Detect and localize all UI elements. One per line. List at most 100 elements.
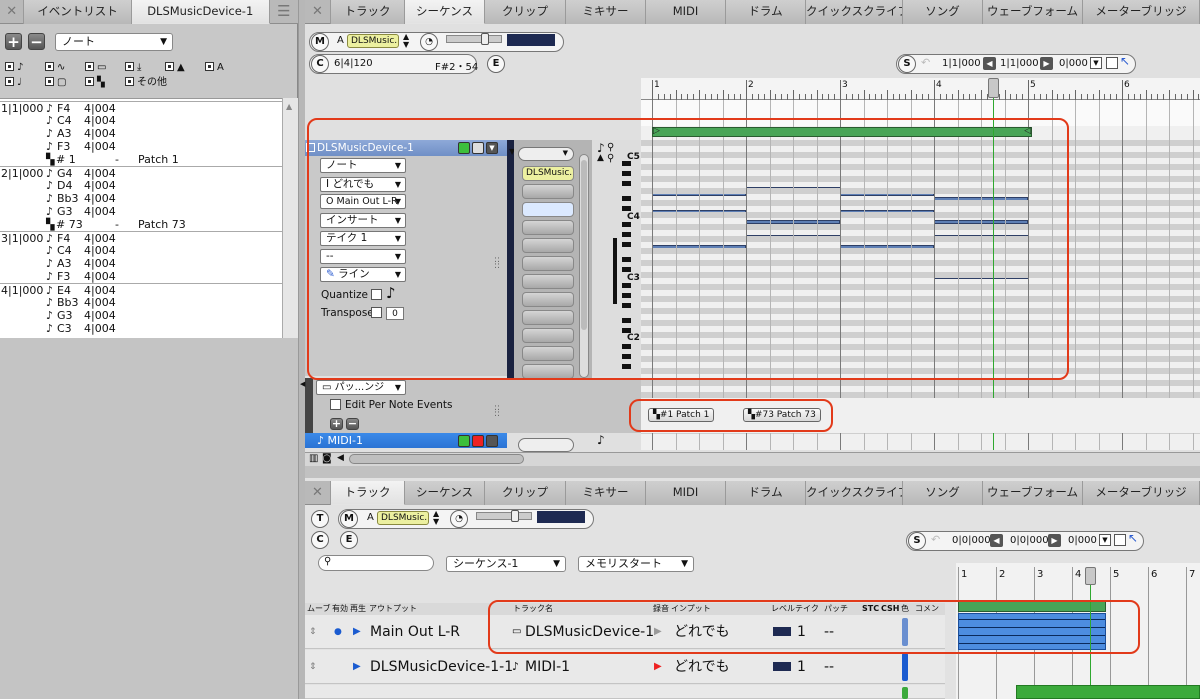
track-name-cell[interactable]: MIDI-1 <box>525 650 570 684</box>
track-input[interactable]: どれでも <box>674 650 730 684</box>
edit-per-note-checkbox[interactable] <box>330 399 341 410</box>
arrow-left-icon[interactable]: ◀ <box>983 57 996 70</box>
playhead-handle[interactable] <box>988 78 999 98</box>
filter-patch[interactable]: ▚ <box>85 77 105 89</box>
tab-drum[interactable]: ドラム <box>726 481 806 505</box>
event-row[interactable]: ♪ F3 4|004 <box>0 270 282 283</box>
tab-dls-music-device[interactable]: DLSMusicDevice-1 <box>131 0 270 24</box>
tab-quickscribe[interactable]: クイックスクライブ <box>806 0 903 24</box>
event-row[interactable]: ♪ C3 4|004 <box>0 322 282 335</box>
track-color-swatch[interactable] <box>902 687 908 699</box>
move-handle-icon[interactable]: ⇕ <box>309 615 317 649</box>
loop-toggle[interactable] <box>1114 534 1126 546</box>
cursor-icon[interactable]: ↖ <box>1128 531 1138 545</box>
tab-sequence[interactable]: シーケンス <box>405 481 485 505</box>
tab-clip[interactable]: クリップ <box>485 481 566 505</box>
event-row[interactable]: 3|1|000 ♪ F4 4|004 <box>0 231 282 245</box>
instrument-tag[interactable]: DLSMusic... <box>347 34 399 48</box>
controller-dropdown[interactable]: ▭ パッ...ンジ ▼ <box>316 380 406 395</box>
slider-thumb[interactable] <box>481 33 489 45</box>
play-enable-icon[interactable] <box>458 435 470 447</box>
knob-icon[interactable]: ◔ <box>420 33 438 51</box>
record-arm-icon[interactable]: ▶ <box>654 650 662 684</box>
play-icon[interactable]: ▶ <box>353 650 361 684</box>
arrow-left-icon[interactable]: ◀ <box>990 534 1003 547</box>
tab-track[interactable]: トラック <box>331 481 405 505</box>
resize-grip-icon[interactable]: :::: <box>494 404 500 419</box>
sync-button[interactable]: S <box>898 55 916 73</box>
event-row[interactable]: ♪ Bb3 4|004 <box>0 296 282 309</box>
track-take[interactable]: 1 <box>797 650 806 684</box>
sync-button[interactable]: S <box>908 532 926 550</box>
transport-button[interactable]: T <box>311 510 329 528</box>
filter-aftertouch[interactable]: ⤓ <box>125 62 141 74</box>
collapse-left-icon[interactable]: ◀ <box>300 380 305 388</box>
track-patch[interactable]: -- <box>824 650 834 684</box>
loop-menu-icon[interactable]: ▼ <box>1090 57 1102 69</box>
event-row[interactable]: ♪ A3 4|004 <box>0 127 282 140</box>
filter-pressure[interactable]: ▲ <box>165 62 185 74</box>
event-row[interactable]: ♪ C4 4|004 <box>0 244 282 257</box>
track-output[interactable]: Main Out L-R <box>370 615 460 649</box>
tab-meterbridge[interactable]: メーターブリッジ <box>1083 0 1200 24</box>
tab-waveform[interactable]: ウェーブフォーム <box>983 0 1083 24</box>
enable-dot-icon[interactable]: ● <box>334 615 342 649</box>
scroll-thumb[interactable] <box>349 454 524 464</box>
layout-icon[interactable]: ▥ <box>309 453 318 464</box>
instrument-tag[interactable]: DLSMusic... <box>377 511 429 525</box>
volume-slider[interactable] <box>446 33 502 45</box>
timeline-ruler[interactable]: 1 2 3 4 5 6 <box>641 78 1200 100</box>
tab-mixer[interactable]: ミキサー <box>566 0 646 24</box>
undo-icon[interactable]: ↶ <box>931 533 940 546</box>
event-row[interactable]: ♪ D4 4|004 <box>0 179 282 192</box>
tab-waveform[interactable]: ウェーブフォーム <box>983 481 1083 505</box>
record-icon[interactable] <box>472 435 484 447</box>
remove-lane-button[interactable]: − <box>346 418 359 430</box>
event-row[interactable]: ♪ A3 4|004 <box>0 257 282 270</box>
tab-midi[interactable]: MIDI <box>646 0 726 24</box>
track-color-swatch[interactable] <box>902 653 908 681</box>
scroll-left-icon[interactable]: ◀ <box>337 453 344 463</box>
filter-other[interactable]: その他 <box>125 77 167 89</box>
memory-start-select[interactable]: メモリスタート ▼ <box>578 556 694 572</box>
filter-controller[interactable]: ▭ <box>85 62 106 74</box>
camera-icon[interactable]: ◙ <box>322 453 332 464</box>
track-row[interactable]: ⇕ ▶ DLSMusicDevice-1-1 ♪ MIDI-1 ▶ どれでも 1… <box>305 650 945 684</box>
arrow-right-icon[interactable]: ▶ <box>1048 534 1061 547</box>
filter-sysex[interactable]: ▢ <box>45 77 66 89</box>
col-play[interactable]: 再生 <box>350 603 366 615</box>
event-row[interactable]: ♪ C4 4|004 <box>0 114 282 127</box>
event-row[interactable]: 4|1|000 ♪ E4 4|004 <box>0 283 282 297</box>
close-icon[interactable]: ✕ <box>305 0 331 24</box>
event-row[interactable]: ♪ Bb3 4|004 <box>0 192 282 205</box>
event-row[interactable]: 2|1|000 ♪ G4 4|004 <box>0 166 282 180</box>
undo-icon[interactable]: ↶ <box>921 56 930 69</box>
loop-toggle[interactable] <box>1106 57 1118 69</box>
tab-midi[interactable]: MIDI <box>646 481 726 505</box>
tab-mixer[interactable]: ミキサー <box>566 481 646 505</box>
arrow-right-icon[interactable]: ▶ <box>1040 57 1053 70</box>
tab-track[interactable]: トラック <box>331 0 405 24</box>
close-icon[interactable]: ✕ <box>0 0 25 24</box>
stepper-icon[interactable]: ▲ ▼ <box>433 510 439 526</box>
event-row[interactable]: ♪ G3 4|004 <box>0 205 282 218</box>
edit-button[interactable]: E <box>340 531 358 549</box>
tab-sequence[interactable]: シーケンス <box>405 0 485 24</box>
event-type-select[interactable]: ノート ▼ <box>55 33 173 51</box>
play-icon[interactable]: ▶ <box>353 615 361 649</box>
event-row[interactable]: ▚ # 1 - Patch 1 <box>0 153 282 166</box>
slider-thumb[interactable] <box>511 510 519 522</box>
search-input[interactable]: ⚲ <box>318 555 434 571</box>
track-menu-icon[interactable] <box>486 435 498 447</box>
stepper-icon[interactable]: ▲ ▼ <box>403 33 409 49</box>
event-row[interactable]: 1|1|000 ♪ F4 4|004 <box>0 101 282 115</box>
slot-selector-midi[interactable] <box>518 438 574 452</box>
playhead-handle[interactable] <box>1085 567 1096 585</box>
scroll-up-icon[interactable]: ▲ <box>286 102 292 111</box>
tab-meterbridge[interactable]: メーターブリッジ <box>1083 481 1200 505</box>
cursor-icon[interactable]: ↖ <box>1120 54 1130 68</box>
add-event-button[interactable]: + <box>5 33 22 50</box>
midi-clip[interactable] <box>1016 685 1200 699</box>
loop-menu-icon[interactable]: ▼ <box>1099 534 1111 546</box>
tab-drum[interactable]: ドラム <box>726 0 806 24</box>
